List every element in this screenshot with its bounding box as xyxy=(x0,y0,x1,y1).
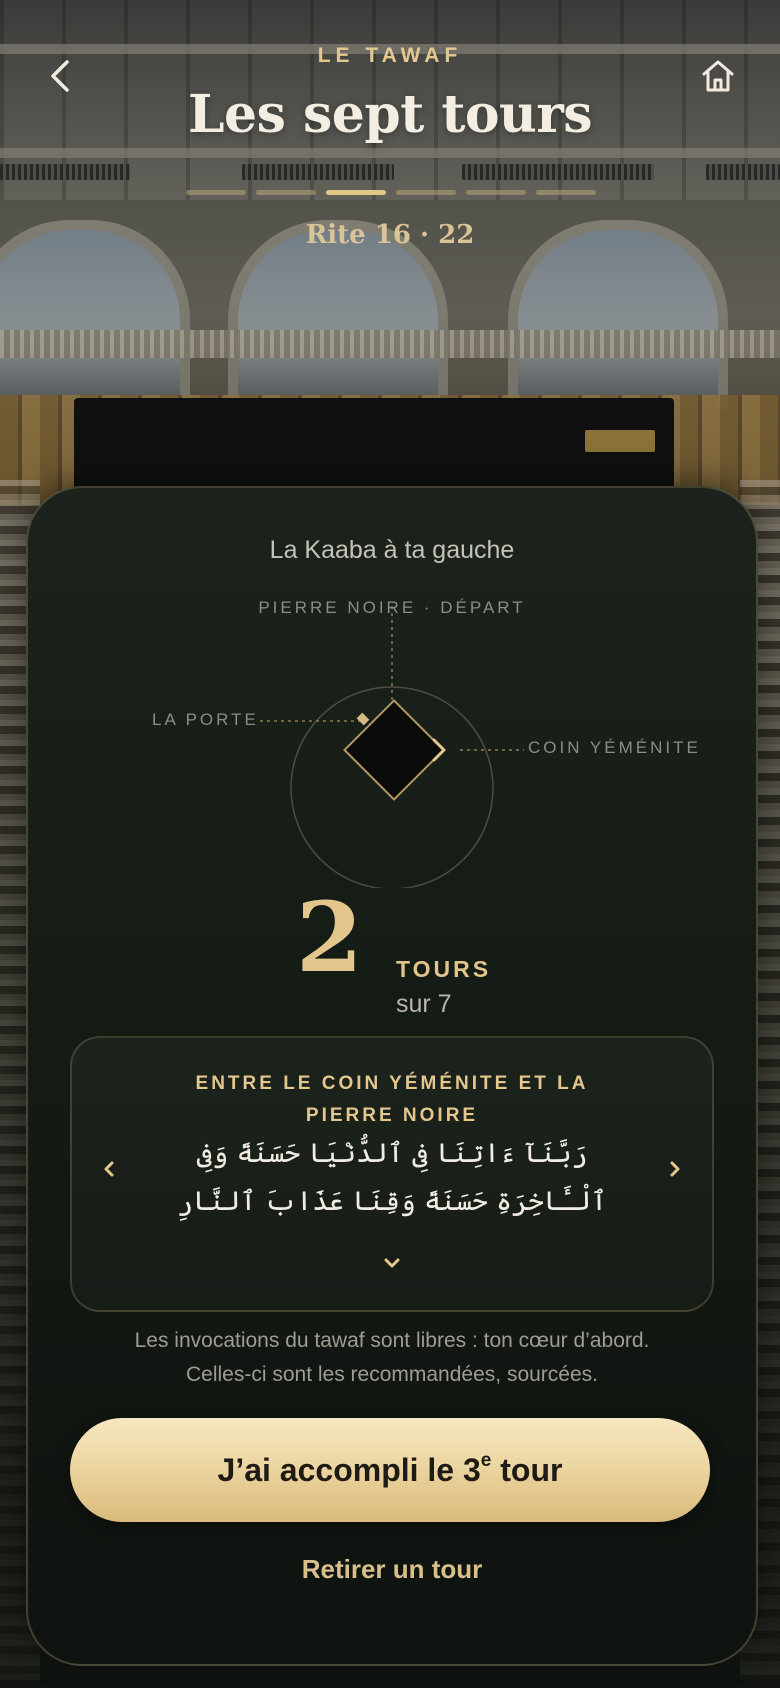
note-line: Celles-ci sont les recommandées, sourcée… xyxy=(185,1363,598,1386)
progress-segment xyxy=(466,190,526,195)
progress-segment xyxy=(396,190,456,195)
tour-total: sur 7 xyxy=(396,990,452,1018)
remove-tour-button[interactable]: Retirer un tour xyxy=(28,1554,756,1585)
chevron-left-icon xyxy=(104,1161,114,1177)
label-black-stone: PIERRE NOIRE · DÉPART xyxy=(258,598,526,617)
section-kicker: LE TAWAF xyxy=(317,44,463,67)
chevron-right-icon xyxy=(670,1161,680,1177)
rite-progress xyxy=(186,190,596,196)
home-button[interactable] xyxy=(696,54,740,98)
progress-segment xyxy=(186,190,246,195)
complete-tour-button[interactable]: J’ai accompli le 3e tour xyxy=(70,1418,710,1522)
cta-suffix: tour xyxy=(491,1451,563,1488)
tawaf-card: La Kaaba à ta gauche PIERRE NOIRE · DÉPA… xyxy=(26,486,758,1666)
invocation-note: Les invocations du tawaf sont libres : t… xyxy=(68,1324,716,1392)
page-title: Les sept tours xyxy=(187,84,593,145)
dua-previous-button[interactable] xyxy=(94,1154,124,1184)
dua-title: ENTRE LE COIN YÉMÉNITE ET LA PIERRE NOIR… xyxy=(195,1073,589,1126)
progress-segment-active xyxy=(326,190,386,195)
cta-ordinal: e xyxy=(480,1449,492,1471)
progress-segment xyxy=(536,190,596,195)
home-icon xyxy=(702,60,734,92)
label-door: LA PORTE xyxy=(152,710,259,729)
dua-arabic-text: رَبَّنَآ ءَاتِنَا فِى ٱلدُّنْيَا حَسَنَة… xyxy=(177,1138,607,1217)
instruction-text: La Kaaba à ta gauche xyxy=(269,536,515,564)
cta-prefix: J’ai accompli le 3 xyxy=(217,1451,481,1488)
dua-next-button[interactable] xyxy=(660,1154,690,1184)
kaaba-diagram: PIERRE NOIRE · DÉPART LA PORTE COIN YÉMÉ… xyxy=(28,588,756,888)
note-line: Les invocations du tawaf sont libres : t… xyxy=(134,1329,650,1352)
label-yemeni-corner: COIN YÉMÉNITE xyxy=(528,738,701,757)
progress-segment xyxy=(256,190,316,195)
dua-panel: ENTRE LE COIN YÉMÉNITE ET LA PIERRE NOIR… xyxy=(70,1036,714,1312)
tour-unit: TOURS xyxy=(396,956,492,982)
rite-counter: Rite 16 · 22 xyxy=(305,220,475,250)
chevron-down-icon xyxy=(384,1258,400,1268)
header: LE TAWAF Les sept tours Rite 16 · 22 xyxy=(0,0,780,260)
dua-expand-button[interactable] xyxy=(375,1250,409,1276)
complete-tour-label: J’ai accompli le 3e tour xyxy=(217,1449,563,1488)
